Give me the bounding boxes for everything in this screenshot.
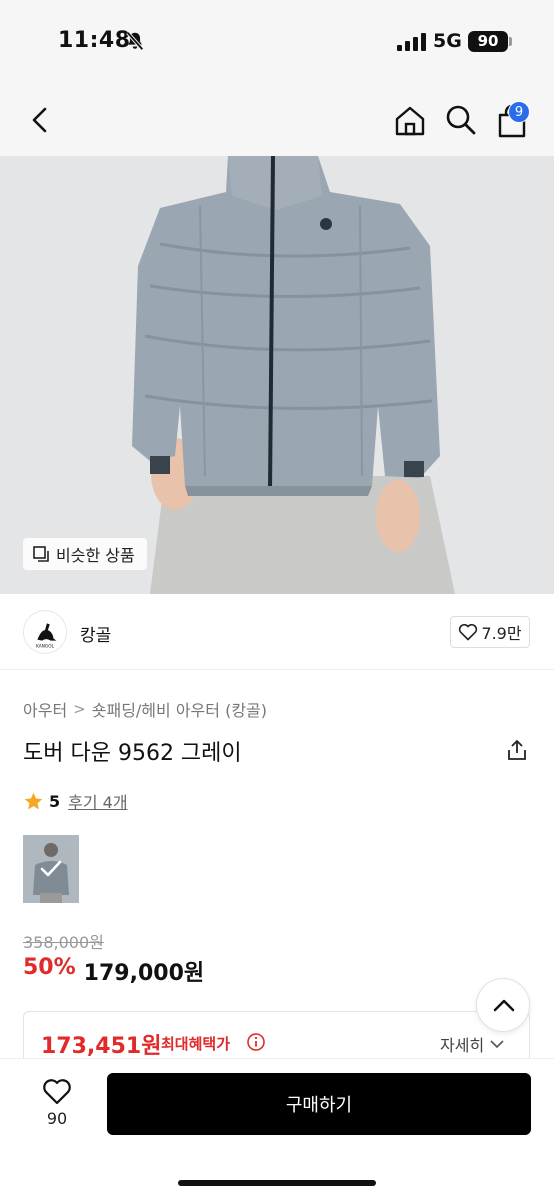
buy-button[interactable]: 구매하기: [107, 1073, 531, 1135]
discount-rate: 50%: [23, 955, 76, 980]
top-nav: 9: [0, 84, 554, 156]
chevron-down-icon: [490, 1040, 504, 1049]
max-benefit-label: 최대혜택가: [161, 1035, 231, 1053]
like-count: 90: [46, 1109, 68, 1128]
breadcrumb-level2[interactable]: 숏패딩/헤비 아우터 (캉골): [92, 697, 267, 721]
network-type: 5G: [433, 30, 462, 52]
home-indicator: [178, 1180, 376, 1186]
star-icon: [24, 792, 43, 809]
status-bar: 11:48 5G 90: [0, 0, 554, 84]
scroll-top-button[interactable]: [476, 978, 530, 1032]
rating-score: 5: [49, 791, 61, 811]
bottom-action-bar: 90 구매하기: [0, 1059, 554, 1200]
selected-check-icon: [40, 860, 62, 877]
price-row: 50% 179,000원: [23, 955, 204, 987]
chevron-up-icon: [493, 999, 515, 1012]
heart-icon[interactable]: [42, 1078, 72, 1105]
home-icon[interactable]: [393, 104, 427, 138]
jacket-illustration: [0, 156, 554, 594]
breadcrumb-separator: >: [73, 700, 86, 718]
status-time: 11:48: [58, 28, 131, 53]
similar-icon: [33, 545, 49, 562]
benefit-detail-label: 자세히: [440, 1036, 485, 1055]
brand-logo[interactable]: KANGOL: [23, 610, 67, 654]
breadcrumb-level1[interactable]: 아우터: [23, 697, 67, 721]
rating-row: 5 후기 4개: [23, 789, 128, 813]
brand-logo-text: KANGOL: [36, 643, 55, 649]
back-icon[interactable]: [26, 102, 56, 138]
product-title: 도버 다운 9562 그레이: [23, 741, 242, 766]
similar-products-button[interactable]: 비슷한 상품: [23, 538, 147, 570]
color-option-thumbnail[interactable]: [23, 835, 79, 903]
cart-count-badge: 9: [508, 101, 530, 123]
brand-like-count: 7.9만: [481, 624, 522, 643]
signal-icon: [397, 33, 426, 51]
breadcrumb: 아우터 > 숏패딩/헤비 아우터 (캉골): [23, 697, 267, 721]
product-image[interactable]: [0, 156, 554, 594]
share-icon[interactable]: [505, 738, 529, 762]
brand-like-button[interactable]: 7.9만: [450, 616, 530, 648]
info-icon[interactable]: [246, 1032, 266, 1052]
benefit-detail-toggle[interactable]: 자세히: [440, 1032, 504, 1056]
similar-label: 비슷한 상품: [56, 546, 135, 565]
sale-price: 179,000원: [83, 961, 205, 986]
review-count-link[interactable]: 후기 4개: [68, 789, 127, 813]
original-price: 358,000원: [23, 933, 104, 952]
brand-row: KANGOL 캉골 7.9만: [0, 594, 554, 670]
brand-name[interactable]: 캉골: [80, 621, 111, 646]
battery-icon: 90: [468, 31, 508, 52]
search-icon[interactable]: [444, 103, 478, 137]
bell-muted-icon: [126, 31, 144, 51]
battery-tip: [509, 37, 512, 46]
heart-icon: [459, 623, 478, 641]
max-benefit-price: 173,451원: [41, 1034, 162, 1059]
